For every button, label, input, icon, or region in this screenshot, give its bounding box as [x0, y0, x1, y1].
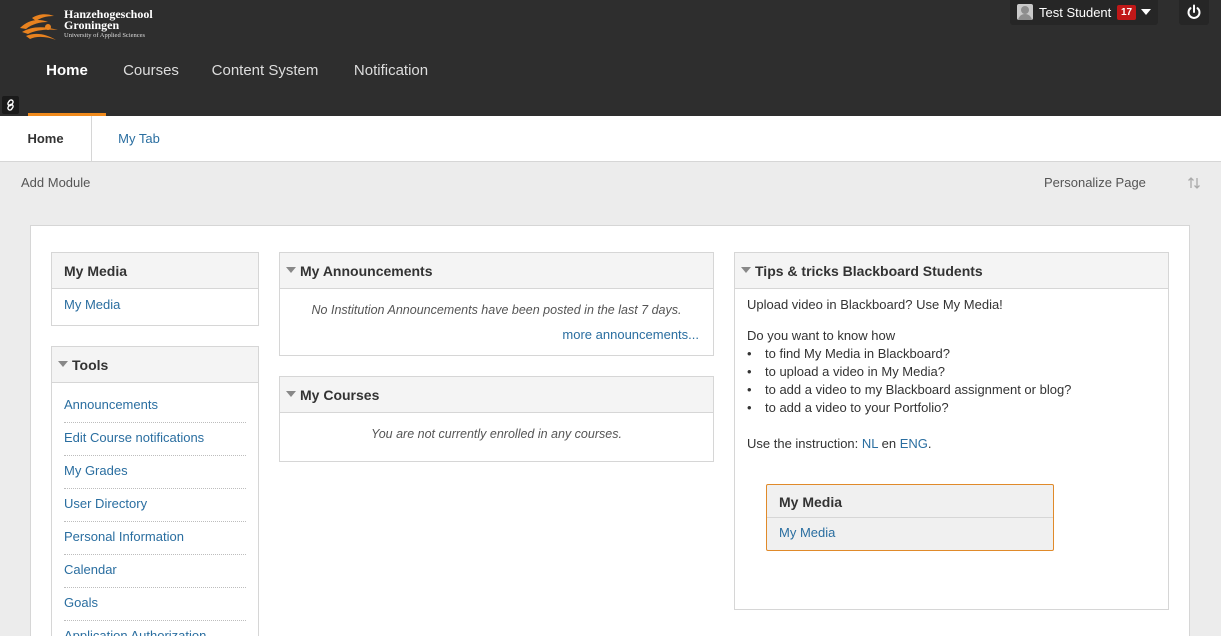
tool-link-announcements[interactable]: Announcements	[64, 397, 246, 423]
my-media-link[interactable]: My Media	[64, 297, 120, 312]
bullet-text: to upload a video in My Media?	[765, 364, 945, 379]
collapse-triangle-icon[interactable]	[58, 361, 68, 367]
tips-bullet-item: • to find My Media in Blackboard?	[747, 346, 950, 361]
module-header: Tools	[52, 347, 258, 383]
module-title: My Announcements	[300, 263, 433, 279]
bullet-icon: •	[747, 364, 752, 379]
tips-instruction: Use the instruction: NL en ENG.	[747, 436, 932, 451]
chevron-down-icon[interactable]	[1141, 9, 1151, 15]
bullet-icon: •	[747, 400, 752, 415]
logo-name-line2: Groningen	[64, 18, 120, 32]
bullet-text: to find My Media in Blackboard?	[765, 346, 950, 361]
power-icon	[1187, 4, 1201, 19]
instruction-eng-link[interactable]: ENG	[900, 436, 928, 451]
instruction-mid: en	[878, 436, 900, 451]
courses-empty-text: You are not currently enrolled in any co…	[371, 427, 622, 441]
reorder-arrows-icon[interactable]	[1187, 176, 1201, 190]
tips-intro: Upload video in Blackboard? Use My Media…	[747, 297, 1003, 312]
bullet-icon: •	[747, 382, 752, 397]
tips-bullet-item: • to upload a video in My Media?	[747, 364, 945, 379]
module-header: My Announcements	[280, 253, 713, 289]
nav-courses[interactable]: Courses	[116, 52, 186, 116]
tab-my-tab[interactable]: My Tab	[92, 116, 186, 161]
nav-content-system[interactable]: Content System	[208, 52, 322, 116]
tool-link-application-authorization[interactable]: Application Authorization	[64, 628, 246, 636]
collapse-triangle-icon[interactable]	[286, 267, 296, 273]
top-header: Hanzehogeschool Groningen University of …	[0, 0, 1221, 116]
add-module-button[interactable]: Add Module	[21, 175, 90, 190]
notification-badge[interactable]: 17	[1117, 5, 1137, 20]
embedded-title: My Media	[779, 494, 843, 510]
tool-link-calendar[interactable]: Calendar	[64, 562, 246, 588]
more-announcements-link[interactable]: more announcements...	[562, 327, 699, 342]
module-title: My Media	[64, 263, 128, 279]
tips-bullet-item: • to add a video to my Blackboard assignm…	[747, 382, 1071, 397]
courses-module: My Courses You are not currently enrolle…	[279, 376, 714, 462]
tool-link-my-grades[interactable]: My Grades	[64, 463, 246, 489]
module-title: Tools	[72, 357, 109, 373]
instruction-suffix: .	[927, 436, 932, 451]
hanze-logo-icon	[20, 14, 58, 40]
collapse-triangle-icon[interactable]	[741, 267, 751, 273]
tips-bullet-item: • to add a video to your Portfolio?	[747, 400, 949, 415]
collapse-triangle-icon[interactable]	[286, 391, 296, 397]
module-header: Tips & tricks Blackboard Students	[735, 253, 1168, 289]
page-actions: Add Module Personalize Page	[0, 162, 1221, 206]
module-header: My Courses	[280, 377, 713, 413]
quick-links-button[interactable]	[2, 96, 19, 114]
nav-home[interactable]: Home	[28, 52, 106, 116]
link-icon	[7, 99, 14, 111]
modules-panel: My Media My Media Tools Announcements Ed…	[30, 225, 1190, 636]
tips-module: Tips & tricks Blackboard Students Upload…	[734, 252, 1169, 610]
tab-home[interactable]: Home	[0, 116, 92, 161]
tool-link-personal-information[interactable]: Personal Information	[64, 529, 246, 555]
module-header: My Media	[52, 253, 258, 289]
tool-link-user-directory[interactable]: User Directory	[64, 496, 246, 522]
tips-question: Do you want to know how	[747, 328, 896, 343]
tool-link-edit-course-notifications[interactable]: Edit Course notifications	[64, 430, 246, 456]
embedded-header: My Media	[767, 485, 1053, 518]
user-menu[interactable]: Test Student 17	[1010, 0, 1158, 25]
logo-name: Hanzehogeschool Groningen	[64, 8, 153, 32]
bullet-icon: •	[747, 346, 752, 361]
bullet-text: to add a video to your Portfolio?	[765, 400, 949, 415]
tool-link-goals[interactable]: Goals	[64, 595, 246, 621]
personalize-page-button[interactable]: Personalize Page	[1044, 175, 1146, 190]
instruction-prefix: Use the instruction:	[747, 436, 862, 451]
my-media-module: My Media My Media	[51, 252, 259, 326]
logo-subtitle: University of Applied Sciences	[64, 32, 146, 39]
tab-bar: Home My Tab	[0, 116, 1221, 162]
embedded-my-media-box: My Media My Media	[766, 484, 1054, 551]
logout-button[interactable]	[1179, 0, 1209, 25]
tools-module: Tools Announcements Edit Course notifica…	[51, 346, 259, 636]
embedded-my-media-link[interactable]: My Media	[779, 525, 835, 540]
announcements-empty-text: No Institution Announcements have been p…	[311, 303, 682, 317]
nav-notification[interactable]: Notification	[348, 52, 434, 116]
user-avatar-icon	[1017, 4, 1033, 20]
module-title: My Courses	[300, 387, 380, 403]
bullet-text: to add a video to my Blackboard assignme…	[765, 382, 1072, 397]
module-title: Tips & tricks Blackboard Students	[755, 263, 983, 279]
institution-logo[interactable]: Hanzehogeschool Groningen University of …	[18, 8, 178, 46]
instruction-nl-link[interactable]: NL	[862, 436, 878, 451]
user-name: Test Student	[1039, 5, 1112, 20]
announcements-module: My Announcements No Institution Announce…	[279, 252, 714, 356]
